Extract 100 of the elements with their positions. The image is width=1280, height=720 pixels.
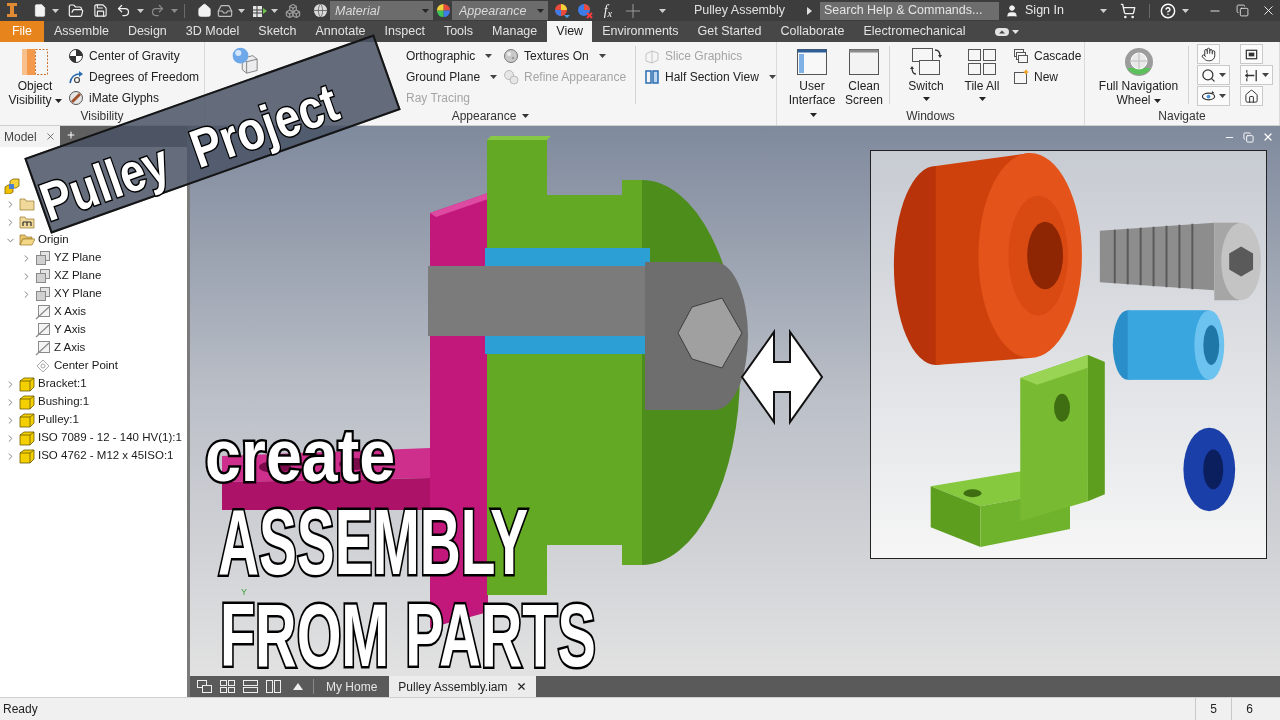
folder-icon bbox=[19, 196, 35, 212]
app-logo-icon[interactable] bbox=[4, 1, 20, 20]
triangle-right-icon[interactable] bbox=[807, 6, 812, 15]
tree-item[interactable]: Pulley:1 bbox=[4, 411, 79, 429]
cart-icon[interactable] bbox=[1118, 2, 1137, 19]
ribbon-button[interactable]: User Interface bbox=[785, 42, 839, 121]
browser-tab[interactable]: Model bbox=[0, 126, 60, 147]
sign-in-link[interactable]: Sign In bbox=[1025, 1, 1064, 20]
appearance-dropdown[interactable]: Appearance bbox=[452, 1, 548, 20]
overlapping-squares-icon bbox=[35, 286, 51, 302]
cascade-windows-icon bbox=[1013, 47, 1029, 64]
ribbon-tab[interactable]: Tools bbox=[443, 24, 474, 39]
save-icon[interactable] bbox=[93, 3, 108, 18]
half-filled-rectangle-icon bbox=[19, 46, 51, 78]
ribbon-tab[interactable]: Get Started bbox=[697, 24, 762, 39]
ribbon-button[interactable]: Textures On bbox=[503, 45, 606, 66]
ribbon-tab[interactable]: Environments bbox=[602, 24, 679, 39]
hand-icon bbox=[1201, 46, 1216, 62]
ribbon-button[interactable]: Orthographic bbox=[406, 45, 493, 66]
document-icon[interactable] bbox=[33, 3, 47, 18]
tool-button[interactable] bbox=[1197, 44, 1220, 64]
columns-icon[interactable] bbox=[266, 680, 281, 693]
tree-item[interactable]: XY Plane bbox=[20, 285, 102, 303]
grid-icon[interactable] bbox=[220, 680, 235, 693]
tree-item[interactable]: ISO 4762 - M12 x 45ISO:1 bbox=[4, 447, 174, 465]
panel-title-button[interactable]: Appearance bbox=[451, 110, 530, 122]
diagonal-line-square-icon bbox=[35, 322, 51, 338]
ribbon-button[interactable]: Full Navigation Wheel bbox=[1091, 42, 1186, 107]
cube-icon bbox=[19, 448, 35, 464]
help-icon[interactable] bbox=[1159, 2, 1176, 19]
user-icon[interactable] bbox=[1005, 3, 1019, 18]
tool-button[interactable] bbox=[1240, 65, 1273, 85]
ribbon-tab[interactable]: Assemble bbox=[54, 24, 109, 39]
caret-icon bbox=[271, 8, 278, 13]
ribbon-tab[interactable]: 3D Model bbox=[185, 24, 240, 39]
ribbon-tab[interactable]: Electromechanical bbox=[863, 24, 966, 39]
material-dropdown[interactable]: Material bbox=[330, 1, 433, 20]
tree-item[interactable]: Origin bbox=[4, 231, 69, 249]
status-value: 6 bbox=[1231, 698, 1267, 720]
ribbon-button[interactable]: Clean Screen bbox=[842, 42, 886, 107]
panel-title: Visibility bbox=[80, 110, 124, 122]
tree-item[interactable]: ISO 7089 - 12 - 140 HV(1):1 bbox=[4, 429, 182, 447]
tree-item[interactable]: X Axis bbox=[20, 303, 86, 321]
ribbon-tab[interactable]: Design bbox=[127, 24, 167, 39]
tree-item[interactable]: Y Axis bbox=[20, 321, 86, 339]
ribbon-button[interactable]: New bbox=[1013, 66, 1058, 87]
ribbon-tab[interactable]: View bbox=[547, 21, 593, 42]
tool-button[interactable] bbox=[1197, 86, 1230, 106]
ribbon-tab[interactable]: Annotate bbox=[315, 24, 366, 39]
home-icon[interactable] bbox=[197, 3, 212, 18]
ribbon-button[interactable]: iMate Glyphs bbox=[68, 87, 160, 108]
tree-item[interactable]: Bushing:1 bbox=[4, 393, 90, 411]
ribbon-tab[interactable]: Inspect bbox=[384, 24, 425, 39]
stacked-cubes-icon bbox=[4, 178, 20, 194]
caret-icon bbox=[1181, 8, 1189, 13]
document-tab[interactable]: Pulley Assembly.iam bbox=[389, 676, 536, 697]
restore-icon[interactable] bbox=[1243, 131, 1254, 143]
ribbon-button[interactable]: Object Visibility bbox=[4, 42, 66, 107]
search-field[interactable]: Search Help & Commands... bbox=[820, 1, 999, 20]
restore-icon[interactable] bbox=[1235, 4, 1249, 17]
toggle-pill-icon[interactable] bbox=[994, 27, 1009, 36]
cascade-windows-icon[interactable] bbox=[197, 680, 212, 693]
ribbon-button[interactable]: Ground Plane bbox=[406, 66, 498, 87]
caret-icon bbox=[171, 8, 178, 13]
color-ball-cross-icon[interactable] bbox=[577, 2, 593, 19]
folder-icon[interactable] bbox=[68, 2, 84, 19]
tool-button[interactable] bbox=[1197, 65, 1230, 85]
plus-icon[interactable] bbox=[65, 129, 76, 140]
color-wheel-icon[interactable] bbox=[436, 3, 451, 18]
ribbon-button[interactable]: Half Section View bbox=[644, 66, 776, 87]
tree-item[interactable]: Center Point bbox=[20, 357, 118, 375]
ribbon-tab[interactable]: Collaborate bbox=[780, 24, 845, 39]
window-panes-icon bbox=[796, 46, 828, 78]
color-ball-icon[interactable] bbox=[554, 2, 570, 19]
ribbon-button[interactable]: Tile All bbox=[957, 42, 1007, 101]
undo-icon[interactable] bbox=[116, 3, 131, 18]
ribbon-button[interactable]: Center of Gravity bbox=[68, 45, 180, 66]
tiled-windows-icon bbox=[966, 46, 998, 78]
tree-item[interactable]: YZ Plane bbox=[20, 249, 102, 267]
rows-icon[interactable] bbox=[243, 680, 258, 693]
ribbon-button[interactable]: Switch bbox=[900, 42, 952, 101]
formula-button[interactable]: f$_{x}$ bbox=[600, 3, 616, 18]
close-icon[interactable] bbox=[515, 681, 527, 692]
tree-item[interactable]: XZ Plane bbox=[20, 267, 102, 285]
redo-icon[interactable] bbox=[150, 3, 165, 18]
tool-button[interactable] bbox=[1240, 86, 1263, 106]
cubes-icon[interactable] bbox=[285, 2, 301, 19]
tree-item[interactable]: Z Axis bbox=[20, 339, 86, 357]
ribbon-tab[interactable]: Sketch bbox=[258, 24, 297, 39]
tree-item[interactable]: Bracket:1 bbox=[4, 375, 87, 393]
tray-icon[interactable] bbox=[217, 2, 233, 19]
globe-icon[interactable] bbox=[313, 3, 328, 18]
panel-title: Windows bbox=[906, 110, 955, 122]
tool-button[interactable] bbox=[1240, 44, 1263, 64]
caret-icon bbox=[537, 9, 544, 13]
document-tab[interactable]: My Home bbox=[317, 676, 387, 697]
tree-item[interactable] bbox=[4, 177, 20, 195]
ribbon-button[interactable]: Cascade bbox=[1013, 45, 1082, 66]
ribbon-tab[interactable]: Manage bbox=[492, 24, 538, 39]
triangle-up-icon[interactable] bbox=[293, 683, 303, 690]
